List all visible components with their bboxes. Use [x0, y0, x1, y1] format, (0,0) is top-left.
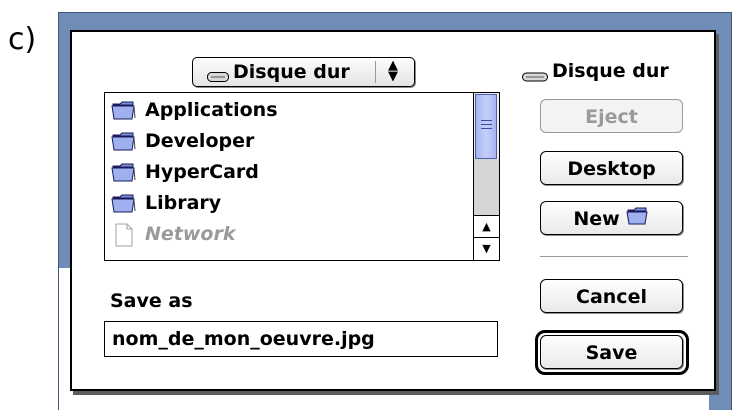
volume-name: Disque dur: [552, 60, 669, 82]
scroll-up-arrow-icon[interactable]: ▲: [474, 215, 499, 238]
folder-icon: [111, 99, 137, 130]
save-button[interactable]: Save: [540, 335, 683, 369]
button-separator: [540, 256, 688, 257]
screenshot: c) Disque dur ▲ ▼ Applications Developer…: [0, 0, 747, 410]
folder-icon: [111, 130, 137, 161]
scroll-down-arrow-icon[interactable]: ▼: [474, 237, 499, 260]
file-list-item-label: Network: [145, 223, 236, 245]
thumb-grip-line: [481, 124, 492, 125]
file-list-item-label: Applications: [145, 99, 278, 121]
scrollbar-track[interactable]: [474, 159, 499, 216]
scrollbar-thumb[interactable]: [475, 94, 497, 159]
save-as-label: Save as: [110, 290, 193, 312]
folder-icon: [111, 161, 137, 192]
file-list-item-label: HyperCard: [145, 161, 259, 183]
location-popup[interactable]: Disque dur ▲ ▼: [192, 57, 415, 87]
location-popup-label: Disque dur: [233, 61, 350, 83]
figure-label: c): [8, 22, 37, 57]
new-folder-icon: [626, 203, 650, 237]
file-list-item-label: Developer: [145, 130, 255, 152]
file-list-scrollbar[interactable]: ▲ ▼: [473, 93, 499, 260]
desktop-button[interactable]: Desktop: [540, 151, 683, 185]
new-folder-button[interactable]: New: [540, 201, 683, 235]
folder-icon: [111, 192, 137, 223]
thumb-grip-line: [481, 120, 492, 121]
hard-disk-icon: [522, 66, 548, 88]
hard-disk-icon: [207, 66, 229, 88]
file-list-item-label: Library: [145, 192, 222, 214]
popup-divider: [375, 61, 376, 83]
file-list[interactable]: Applications Developer HyperCard Library…: [104, 92, 500, 261]
filename-input[interactable]: [104, 321, 498, 357]
eject-button[interactable]: Eject: [540, 99, 683, 133]
document-icon: [111, 223, 137, 256]
save-dialog: Disque dur ▲ ▼ Applications Developer Hy…: [70, 30, 716, 391]
up-down-arrows-icon: ▲ ▼: [388, 58, 398, 84]
cancel-button[interactable]: Cancel: [540, 279, 683, 313]
new-folder-button-label: New: [573, 208, 620, 230]
thumb-grip-line: [481, 128, 492, 129]
